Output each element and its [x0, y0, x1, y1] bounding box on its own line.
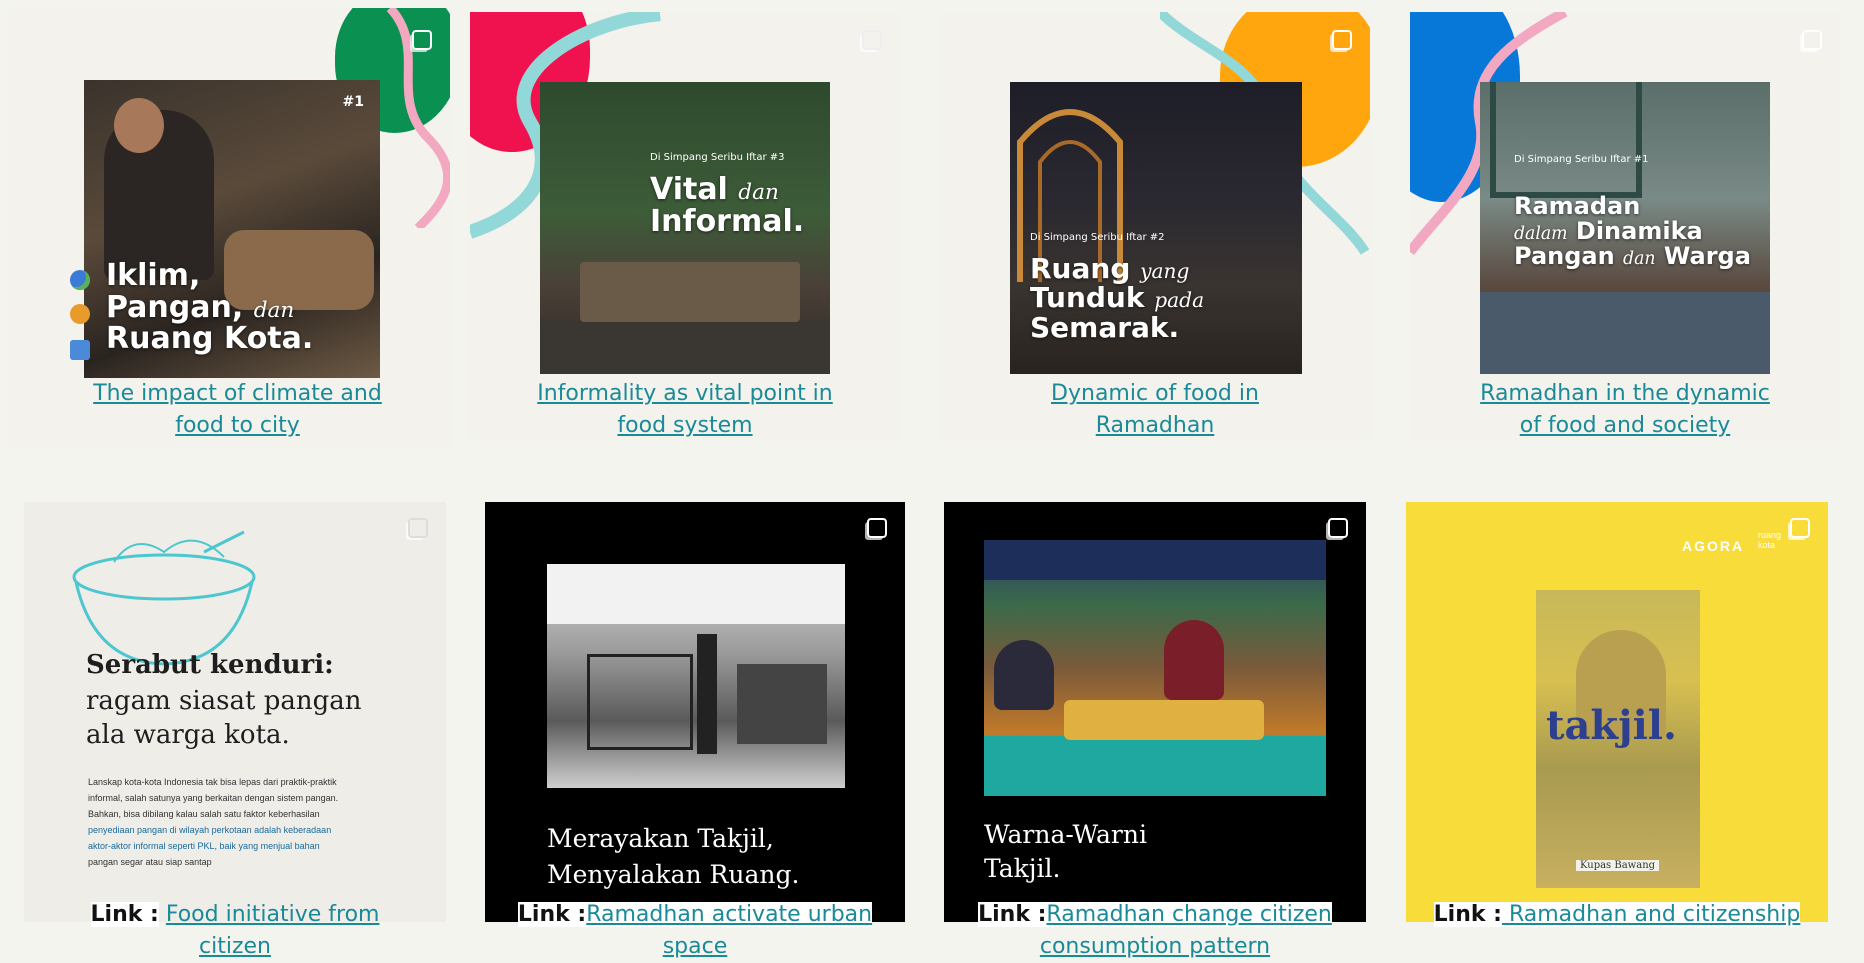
instagram-multi-icon [1790, 518, 1810, 538]
post-card-5[interactable]: Serabut kenduri: ragam siasat pangan ala… [24, 502, 446, 922]
post-card-3[interactable]: Di Simpang Seribu Iftar #2 Ruang yang Tu… [940, 12, 1370, 442]
post-title-line: Menyalakan Ruang. [547, 860, 800, 889]
post-card-1[interactable]: #1 Iklim, Pangan, dan Ruang Kota. The im… [8, 8, 450, 448]
post-title-italic: pada [1154, 288, 1205, 313]
post-card-2[interactable]: Di Simpang Seribu Iftar #3 Vital dan Inf… [470, 12, 900, 442]
link-label: Link : [978, 902, 1047, 927]
post-title: takjil. [1546, 702, 1677, 749]
instagram-multi-icon [867, 518, 887, 538]
link-label: Link : [1433, 902, 1502, 927]
post-title-line: Tunduk [1030, 281, 1145, 315]
post-link-row: Link : Ramadhan and citizenship [1406, 899, 1828, 931]
post-title-line: Ramadan [1514, 192, 1641, 220]
post-body-text: Lanskap kota-kota Indonesia tak bisa lep… [88, 777, 339, 867]
post-kicker: Di Simpang Seribu Iftar #2 [1030, 232, 1165, 243]
post-title-italic: yang [1140, 259, 1190, 283]
brand-logo: AGORA [1682, 538, 1745, 554]
post-card-7[interactable]: Warna-Warni Takjil. [944, 502, 1366, 922]
post-title-italic: dan [738, 180, 779, 205]
post-title-line: Semarak. [1030, 310, 1180, 344]
post-kicker: Di Simpang Seribu Iftar #3 [650, 152, 785, 163]
post-title-line: Takjil. [984, 854, 1061, 883]
post-link[interactable]: space [663, 934, 728, 959]
instagram-multi-icon [1802, 30, 1822, 50]
post-subtitle: ragam siasat pangan [86, 686, 362, 716]
post-link-row: Link : Food initiative from citizen [24, 899, 446, 963]
post-tag: Kupas Bawang [1576, 860, 1660, 871]
post-caption-link[interactable]: The impact of climate and food to city [8, 378, 450, 442]
post-title-line: Warga [1663, 242, 1751, 271]
post-title-line: Merayakan Takjil, [547, 824, 774, 853]
post-image-3[interactable]: Di Simpang Seribu Iftar #2 Ruang yang Tu… [1010, 82, 1302, 374]
globe-icon [70, 270, 90, 290]
post-title-line: Vital [650, 172, 728, 207]
post-card-6[interactable]: Merayakan Takjil, Menyalakan Ruang. [485, 502, 905, 922]
post-caption-link[interactable]: Dynamic of food in Ramadhan [940, 378, 1370, 442]
post-title-line: Ruang [1030, 252, 1131, 285]
post-title: Serabut kenduri: [86, 650, 334, 680]
instagram-multi-icon [862, 30, 882, 50]
link-label: Link : [90, 902, 159, 927]
post-link[interactable]: Ramadhan and citizenship [1501, 902, 1801, 927]
post-image-6[interactable] [547, 564, 845, 788]
city-icon [70, 340, 90, 360]
post-link[interactable]: citizen [199, 934, 271, 959]
post-card-4[interactable]: Di Simpang Seribu Iftar #1 Ramadan dalam… [1410, 12, 1840, 442]
post-subtitle: ala warga kota. [86, 720, 290, 750]
post-title-line: Informal. [650, 203, 805, 239]
instagram-multi-icon [1332, 30, 1352, 50]
post-title-line: Iklim, [106, 258, 201, 293]
post-link[interactable]: Ramadhan activate urban [586, 902, 873, 927]
post-badge: #1 [342, 94, 364, 110]
post-link[interactable]: consumption pattern [1040, 934, 1270, 959]
post-title-italic: dan [1623, 249, 1656, 270]
post-title-line: Pangan [1514, 242, 1615, 271]
post-title-italic: dan [253, 297, 295, 323]
food-icon [70, 304, 90, 324]
post-title-italic: dalam [1514, 224, 1568, 245]
post-image-4[interactable]: Di Simpang Seribu Iftar #1 Ramadan dalam… [1480, 82, 1770, 374]
post-caption-link[interactable]: Informality as vital point in food syste… [470, 378, 900, 442]
post-title-line: Pangan, [106, 289, 244, 325]
post-link[interactable]: Food initiative from [166, 902, 380, 927]
instagram-multi-icon [1328, 518, 1348, 538]
instagram-multi-icon [408, 518, 428, 538]
link-label: Link : [517, 902, 587, 927]
post-title-line: Ruang Kota. [106, 321, 314, 356]
post-link-row: Link :Ramadhan change citizen consumptio… [944, 899, 1366, 963]
post-link-row: Link :Ramadhan activate urban space [485, 899, 905, 963]
post-image-7[interactable] [984, 540, 1326, 796]
post-kicker: Di Simpang Seribu Iftar #1 [1514, 154, 1649, 165]
post-caption-link[interactable]: Ramadhan in the dynamic of food and soci… [1410, 378, 1840, 442]
post-card-8[interactable]: AGORA ruang kota takjil. Kupas Bawang [1406, 502, 1828, 922]
post-image-2[interactable]: Di Simpang Seribu Iftar #3 Vital dan Inf… [540, 82, 830, 374]
post-link[interactable]: Ramadhan change citizen [1046, 902, 1332, 927]
post-title-line: Dinamika [1575, 217, 1703, 246]
post-image-1[interactable]: #1 Iklim, Pangan, dan Ruang Kota. [84, 80, 380, 378]
post-title-line: Warna-Warni [984, 820, 1147, 849]
instagram-multi-icon [412, 30, 432, 50]
